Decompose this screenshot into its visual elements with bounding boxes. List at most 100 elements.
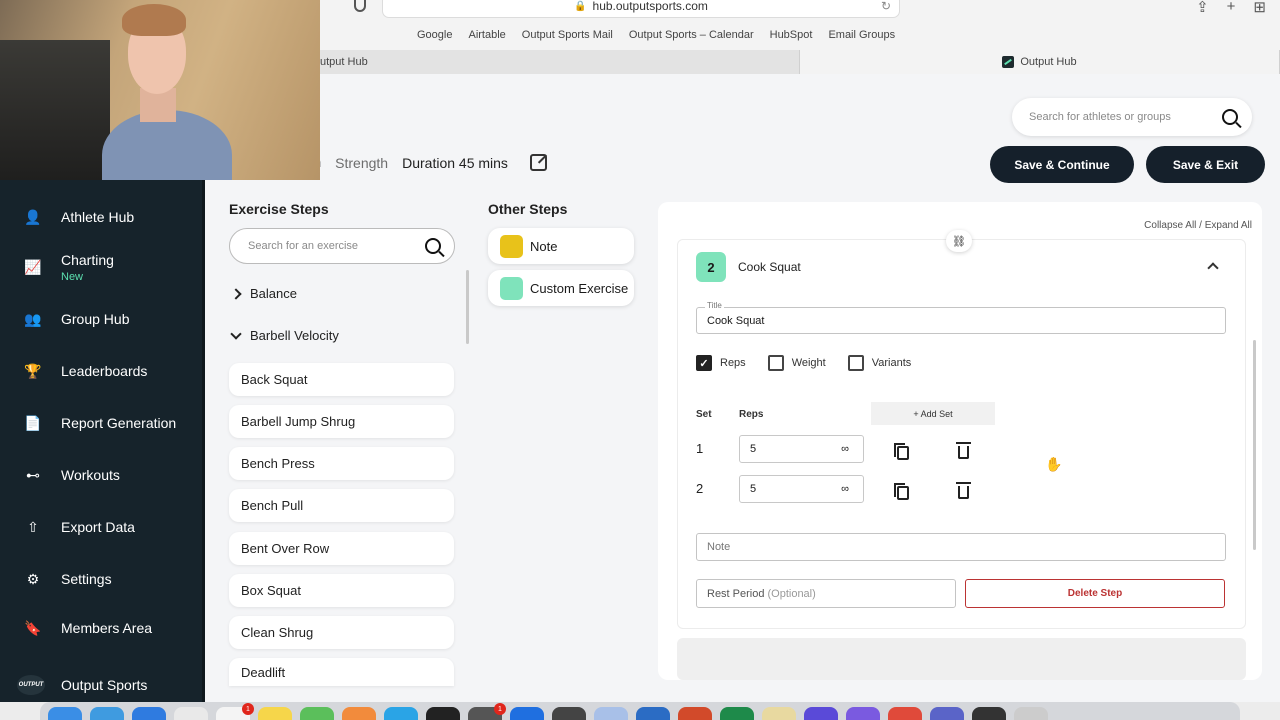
- finder-icon[interactable]: [48, 707, 82, 720]
- step-card: ⛓ 2 Cook Squat Title Cook Squat ✓ Reps W…: [677, 230, 1246, 629]
- variants-option-label: Variants: [871, 357, 912, 369]
- variants-checkbox[interactable]: [847, 355, 864, 371]
- trash-bin-icon[interactable]: [1014, 707, 1048, 720]
- category-barbell-velocity[interactable]: Barbell Velocity: [230, 327, 339, 343]
- exercise-bench-press[interactable]: Bench Press: [229, 447, 454, 480]
- bookmark-icon: 🔖: [24, 619, 42, 636]
- other-step-note[interactable]: Note: [488, 228, 634, 264]
- note-field[interactable]: Note: [696, 533, 1226, 561]
- weight-option-label: Weight: [791, 357, 826, 369]
- sidebar-item-athlete-hub[interactable]: 👤 Athlete Hub: [0, 208, 202, 226]
- bookmark-hubspot[interactable]: HubSpot: [770, 29, 813, 41]
- safari-icon[interactable]: [90, 707, 124, 720]
- exercise-bent-over-row[interactable]: Bent Over Row: [229, 532, 454, 565]
- delete-step-button[interactable]: Delete Step: [965, 579, 1225, 608]
- reps-input[interactable]: 5 ∞: [739, 475, 864, 503]
- weight-checkbox[interactable]: [767, 355, 784, 371]
- sidebar-item-label: Leaderboards: [61, 363, 148, 379]
- exercise-search-input[interactable]: Search for an exercise: [229, 228, 455, 264]
- search-icon[interactable]: [1222, 109, 1238, 125]
- trash-icon[interactable]: [956, 482, 971, 499]
- mail-icon[interactable]: [132, 707, 166, 720]
- notes-icon[interactable]: [258, 707, 292, 720]
- save-exit-button[interactable]: Save & Exit: [1146, 146, 1265, 183]
- bookmark-airtable[interactable]: Airtable: [468, 29, 505, 41]
- bookmark-google[interactable]: Google: [417, 29, 452, 41]
- bookmark-output-mail[interactable]: Output Sports Mail: [522, 29, 613, 41]
- activity-icon[interactable]: 1: [468, 703, 506, 720]
- tab-output-hub-2[interactable]: Output Hub: [800, 50, 1280, 74]
- workout-duration: Duration 45 mins: [402, 154, 508, 171]
- exercise-steps-title: Exercise Steps: [229, 201, 329, 217]
- sidebar-item-label: Workouts: [61, 467, 120, 483]
- privacy-shield-icon[interactable]: [354, 0, 366, 12]
- maps-icon[interactable]: [300, 707, 334, 720]
- search-icon[interactable]: [425, 238, 441, 254]
- exercise-deadlift[interactable]: Deadlift: [229, 658, 454, 686]
- reps-input[interactable]: 5 ∞: [739, 435, 864, 463]
- exercise-list-scrollbar[interactable]: [466, 270, 469, 344]
- sidebar-item-members-area[interactable]: 🔖 Members Area: [0, 619, 202, 637]
- exercise-back-squat[interactable]: Back Squat: [229, 363, 454, 396]
- excel-icon[interactable]: [720, 707, 754, 720]
- sidebar-item-workouts[interactable]: ⊷ Workouts: [0, 466, 202, 484]
- title-field[interactable]: Title Cook Squat: [696, 301, 1226, 334]
- panel-scrollbar[interactable]: [1253, 340, 1256, 550]
- infinity-icon[interactable]: ∞: [841, 483, 849, 495]
- reload-icon[interactable]: ↻: [881, 0, 891, 13]
- powerpoint-icon[interactable]: [678, 707, 712, 720]
- sidebar-item-report-generation[interactable]: 📄 Report Generation: [0, 414, 202, 432]
- sidebar-item-leaderboards[interactable]: 🏆 Leaderboards: [0, 362, 202, 380]
- word-icon[interactable]: [636, 707, 670, 720]
- teams-icon[interactable]: [930, 707, 964, 720]
- exercise-bench-pull[interactable]: Bench Pull: [229, 489, 454, 522]
- chevron-up-icon[interactable]: [1207, 262, 1219, 274]
- terminal-icon[interactable]: [426, 707, 460, 720]
- calendar-icon[interactable]: 1: [216, 703, 254, 720]
- rest-period-field[interactable]: Rest Period (Optional): [696, 579, 956, 608]
- new-tab-icon[interactable]: +: [1227, 0, 1236, 16]
- freeform-icon[interactable]: [762, 707, 796, 720]
- athlete-search-input[interactable]: Search for athletes or groups: [1012, 98, 1252, 136]
- reps-checkbox[interactable]: ✓: [696, 355, 712, 371]
- exercise-barbell-jump-shrug[interactable]: Barbell Jump Shrug: [229, 405, 454, 438]
- app-store-icon[interactable]: [510, 707, 544, 720]
- slack-icon[interactable]: [174, 707, 208, 720]
- copy-icon[interactable]: [894, 483, 909, 500]
- collapse-expand-all-link[interactable]: Collapse All / Expand All: [1144, 220, 1252, 231]
- address-bar[interactable]: 🔒 hub.outputsports.com ↻: [382, 0, 900, 18]
- edit-icon[interactable]: [529, 154, 547, 171]
- exercise-box-squat[interactable]: Box Squat: [229, 574, 454, 607]
- macos-dock: 1 1: [40, 702, 1240, 720]
- next-step-card[interactable]: [677, 638, 1246, 680]
- screen-record-icon[interactable]: [552, 707, 586, 720]
- category-balance[interactable]: Balance: [230, 286, 297, 301]
- bookmark-email-groups[interactable]: Email Groups: [828, 29, 895, 41]
- save-continue-button[interactable]: Save & Continue: [990, 146, 1134, 183]
- downloads-icon[interactable]: [972, 707, 1006, 720]
- tab-overview-icon[interactable]: ⊞: [1253, 0, 1266, 16]
- other-step-custom-exercise[interactable]: Custom Exercise: [488, 270, 634, 306]
- bookmark-output-calendar[interactable]: Output Sports – Calendar: [629, 29, 754, 41]
- photos-icon[interactable]: [342, 707, 376, 720]
- tab-output-hub-1[interactable]: utput Hub: [320, 50, 800, 74]
- dumbbell-icon: ⊷: [26, 466, 40, 483]
- imovie-icon[interactable]: [804, 707, 838, 720]
- trash-icon[interactable]: [956, 442, 971, 459]
- copy-icon[interactable]: [894, 443, 909, 460]
- sidebar-item-group-hub[interactable]: 👥 Group Hub: [0, 310, 202, 328]
- link-icon[interactable]: ⛓: [946, 230, 972, 252]
- sidebar-item-settings[interactable]: ⚙ Settings: [0, 570, 202, 588]
- loom-icon[interactable]: [846, 707, 880, 720]
- exercise-clean-shrug[interactable]: Clean Shrug: [229, 616, 454, 649]
- chrome-icon[interactable]: [888, 707, 922, 720]
- sidebar-item-export-data[interactable]: ⇧ Export Data: [0, 518, 202, 536]
- sidebar-item-output-sports[interactable]: OUTPUT Output Sports: [0, 675, 202, 695]
- add-set-button[interactable]: + Add Set: [871, 402, 995, 425]
- infinity-icon[interactable]: ∞: [841, 443, 849, 455]
- share-icon[interactable]: ⇪: [1196, 0, 1209, 16]
- preview-icon[interactable]: [594, 707, 628, 720]
- browser-tabs: utput Hub Output Hub: [320, 50, 1280, 74]
- sidebar-item-charting[interactable]: 📈 Charting New: [0, 252, 202, 283]
- xcode-icon[interactable]: [384, 707, 418, 720]
